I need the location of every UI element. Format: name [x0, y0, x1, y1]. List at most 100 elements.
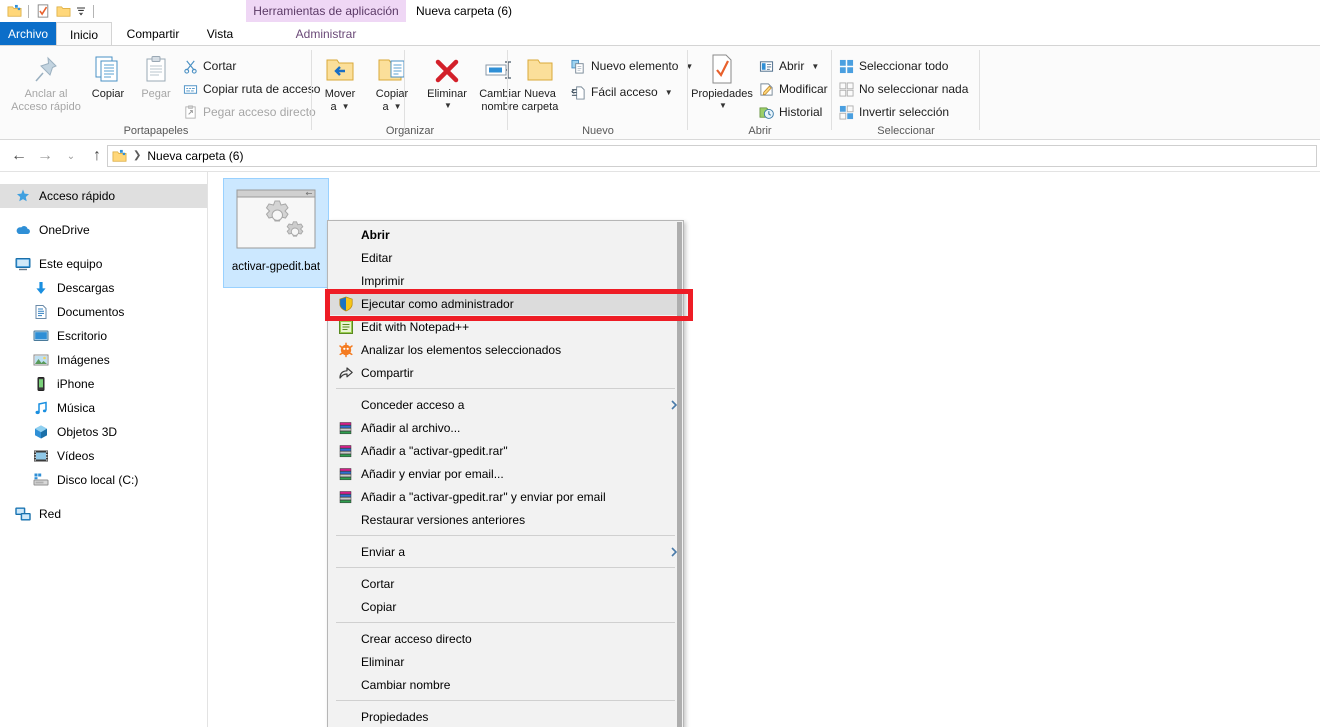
tab-compartir[interactable]: Compartir — [112, 22, 194, 46]
new-item-button[interactable]: Nuevo elemento ▼ — [570, 56, 693, 76]
menu-item-anadir-a-rar[interactable]: Añadir a "activar-gpedit.rar" — [328, 439, 683, 462]
copy-to-button[interactable]: Copiar a ▼ — [366, 51, 418, 113]
context-menu-scrollbar[interactable] — [677, 222, 682, 727]
3d-objects-icon — [32, 424, 49, 441]
menu-item-anadir-a-rar-y-enviar-por-email[interactable]: Añadir a "activar-gpedit.rar" y enviar p… — [328, 485, 683, 508]
menu-item-cambiar-nombre[interactable]: Cambiar nombre — [328, 673, 683, 696]
hard-drive-icon — [32, 472, 49, 489]
menu-item-analizar-elementos-seleccionados[interactable]: Analizar los elementos seleccionados — [328, 338, 683, 361]
menu-separator — [336, 567, 675, 568]
paste-button[interactable]: Pegar — [132, 51, 180, 101]
menu-item-compartir[interactable]: Compartir — [328, 361, 683, 384]
chevron-down-icon[interactable]: ▼ — [342, 102, 350, 111]
forward-button[interactable]: → — [32, 144, 58, 168]
new-folder-button[interactable]: Nueva carpeta — [512, 51, 568, 113]
sidebar-item-iphone[interactable]: iPhone — [0, 372, 207, 396]
sidebar-item-documentos[interactable]: Documentos — [0, 300, 207, 324]
tab-vista[interactable]: Vista — [194, 22, 246, 46]
paste-shortcut-button[interactable]: Pegar acceso directo — [182, 102, 316, 122]
delete-button[interactable]: Eliminar ▼ — [420, 51, 474, 110]
sidebar-item-descargas[interactable]: Descargas — [0, 276, 207, 300]
chevron-down-icon[interactable]: ▼ — [811, 62, 819, 71]
sidebar-item-disco-local-c[interactable]: Disco local (C:) — [0, 468, 207, 492]
ribbon-tabs: Archivo Inicio Compartir Vista Administr… — [0, 22, 1320, 46]
edit-button[interactable]: Modificar — [758, 79, 828, 99]
file-name-label: activar-gpedit.bat — [231, 261, 321, 273]
easy-access-button[interactable]: Fácil acceso ▼ — [570, 82, 673, 102]
quick-access-toolbar — [0, 0, 98, 22]
menu-item-anadir-y-enviar-por-email[interactable]: Añadir y enviar por email... — [328, 462, 683, 485]
back-button[interactable]: ← — [6, 144, 32, 168]
menu-item-edit-with-notepadpp[interactable]: Edit with Notepad++ — [328, 315, 683, 338]
avast-icon — [336, 341, 356, 359]
menu-item-anadir-al-archivo[interactable]: Añadir al archivo... — [328, 416, 683, 439]
menu-item-label: Editar — [361, 250, 393, 265]
copy-path-button[interactable]: Copiar ruta de acceso — [182, 79, 320, 99]
history-button[interactable]: Historial — [758, 102, 822, 122]
menu-item-enviar-a[interactable]: Enviar a — [328, 540, 683, 563]
open-icon — [758, 58, 774, 74]
sidebar-item-escritorio[interactable]: Escritorio — [0, 324, 207, 348]
menu-item-propiedades[interactable]: Propiedades — [328, 705, 683, 727]
tab-inicio[interactable]: Inicio — [56, 22, 112, 46]
pin-to-quick-access-button[interactable]: Anclar al Acceso rápido — [10, 51, 82, 113]
menu-item-conceder-acceso-a[interactable]: Conceder acceso a — [328, 393, 683, 416]
menu-item-cortar[interactable]: Cortar — [328, 572, 683, 595]
breadcrumb-item-0[interactable]: Nueva carpeta (6) — [147, 149, 243, 163]
copy-label: Copiar — [91, 88, 125, 100]
documents-icon — [32, 304, 49, 321]
open-button[interactable]: Abrir ▼ — [758, 56, 819, 76]
group-inner-divider-organize — [404, 50, 405, 130]
sidebar-item-este-equipo[interactable]: Este equipo — [0, 252, 207, 276]
properties-button[interactable]: Propiedades ▼ — [688, 51, 756, 110]
context-menu[interactable]: Abrir Editar Imprimir Ejecutar como admi… — [327, 220, 684, 727]
file-item-activar-gpedit[interactable]: activar-gpedit.bat — [223, 178, 329, 288]
chevron-down-icon[interactable]: ▼ — [665, 88, 673, 97]
chevron-down-icon[interactable]: ▼ — [394, 102, 402, 111]
address-field[interactable]: ❯ Nueva carpeta (6) — [107, 145, 1317, 167]
group-label-organize: Organizar — [385, 125, 435, 137]
no-icon — [336, 676, 356, 694]
chevron-down-icon[interactable]: ▼ — [444, 101, 452, 110]
select-all-button[interactable]: Seleccionar todo — [838, 56, 948, 76]
invert-selection-button[interactable]: Invertir selección — [838, 102, 949, 122]
recent-locations-button[interactable]: ⌄ — [58, 144, 84, 168]
move-to-button[interactable]: Mover a ▼ — [314, 51, 366, 113]
explorer-folder-icon[interactable] — [4, 1, 24, 21]
select-all-icon — [838, 58, 854, 74]
new-item-label: Nuevo elemento — [591, 59, 679, 73]
menu-item-editar[interactable]: Editar — [328, 246, 683, 269]
menu-item-crear-acceso-directo[interactable]: Crear acceso directo — [328, 627, 683, 650]
sidebar-item-musica[interactable]: Música — [0, 396, 207, 420]
sidebar-item-objetos-3d[interactable]: Objetos 3D — [0, 420, 207, 444]
folder-properties-icon[interactable] — [33, 1, 53, 21]
sidebar-label: OneDrive — [39, 223, 90, 237]
copy-button[interactable]: Copiar — [84, 51, 132, 101]
cut-button[interactable]: Cortar — [182, 56, 236, 76]
menu-separator — [336, 700, 675, 701]
tab-administrar[interactable]: Administrar — [246, 22, 406, 46]
menu-item-copiar[interactable]: Copiar — [328, 595, 683, 618]
tab-archivo[interactable]: Archivo — [0, 22, 56, 46]
menu-item-ejecutar-como-administrador[interactable]: Ejecutar como administrador — [328, 292, 683, 315]
sidebar-item-imagenes[interactable]: Imágenes — [0, 348, 207, 372]
ribbon-group-clipboard: Anclar al Acceso rápido Copiar Pegar Cor… — [0, 46, 320, 140]
menu-item-label: Conceder acceso a — [361, 397, 465, 412]
sidebar-item-red[interactable]: Red — [0, 502, 207, 526]
menu-item-abrir[interactable]: Abrir — [328, 223, 683, 246]
sidebar-item-acceso-rapido[interactable]: Acceso rápido — [0, 184, 207, 208]
breadcrumb-separator[interactable]: ❯ — [131, 150, 143, 161]
no-icon — [336, 708, 356, 726]
menu-item-restaurar-versiones-anteriores[interactable]: Restaurar versiones anteriores — [328, 508, 683, 531]
new-folder-icon[interactable] — [53, 1, 73, 21]
menu-item-eliminar[interactable]: Eliminar — [328, 650, 683, 673]
videos-icon — [32, 448, 49, 465]
menu-item-label: Ejecutar como administrador — [361, 296, 514, 311]
sidebar-item-onedrive[interactable]: OneDrive — [0, 218, 207, 242]
customize-qat-icon[interactable] — [73, 1, 89, 21]
sidebar-item-videos[interactable]: Vídeos — [0, 444, 207, 468]
chevron-down-icon[interactable]: ▼ — [719, 101, 727, 110]
select-none-button[interactable]: No seleccionar nada — [838, 79, 968, 99]
menu-item-imprimir[interactable]: Imprimir — [328, 269, 683, 292]
